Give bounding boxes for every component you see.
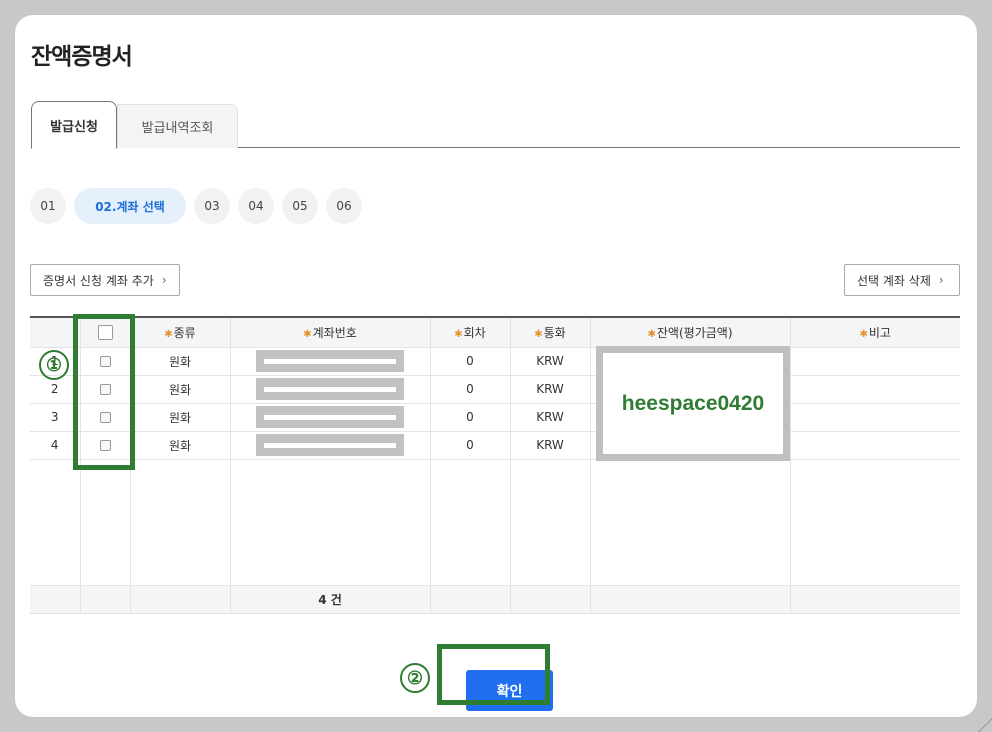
row-account-number bbox=[230, 375, 431, 404]
table-row: 3 원화 0 KRW bbox=[30, 403, 960, 432]
add-account-label: 증명서 신청 계좌 추가 bbox=[43, 273, 154, 288]
required-mark-icon: ✱ bbox=[647, 328, 656, 340]
row-remarks bbox=[790, 347, 960, 376]
table-header-row: ✱종류 ✱계좌번호 ✱회차 ✱통화 ✱잔액(평가금액) ✱비고 bbox=[30, 318, 960, 348]
tab-apply[interactable]: 발급신청 bbox=[31, 101, 117, 149]
required-mark-icon: ✱ bbox=[454, 328, 463, 340]
row-currency: KRW bbox=[510, 431, 591, 460]
highlight-confirm-button bbox=[437, 644, 550, 705]
header-remarks: ✱비고 bbox=[790, 318, 960, 348]
row-round: 0 bbox=[430, 403, 511, 432]
certificate-panel: 잔액증명서 발급내역조회 발급신청 01 02.계좌 선택 03 04 05 0… bbox=[15, 15, 977, 717]
row-remarks bbox=[790, 403, 960, 432]
row-round: 0 bbox=[430, 375, 511, 404]
row-account-number bbox=[230, 403, 431, 432]
row-type: 원화 bbox=[130, 431, 231, 460]
empty-area-row bbox=[30, 459, 960, 586]
row-round: 0 bbox=[430, 347, 511, 376]
row-account-number bbox=[230, 347, 431, 376]
tab-bar: 발급내역조회 발급신청 bbox=[31, 101, 960, 149]
step-02-active: 02.계좌 선택 bbox=[74, 188, 186, 224]
watermark-overlay: heespace0420 bbox=[596, 346, 790, 461]
required-mark-icon: ✱ bbox=[534, 328, 543, 340]
required-mark-icon: ✱ bbox=[303, 328, 312, 340]
resize-corner-icon bbox=[978, 718, 992, 732]
table-row: 4 원화 0 KRW bbox=[30, 431, 960, 460]
chevron-right-icon: › bbox=[938, 273, 944, 287]
step-04: 04 bbox=[238, 188, 274, 224]
row-currency: KRW bbox=[510, 403, 591, 432]
row-type: 원화 bbox=[130, 375, 231, 404]
redacted-account-number bbox=[256, 350, 404, 372]
highlight-checkbox-column bbox=[73, 314, 135, 470]
row-account-number bbox=[230, 431, 431, 460]
row-type: 원화 bbox=[130, 347, 231, 376]
row-type: 원화 bbox=[130, 403, 231, 432]
required-mark-icon: ✱ bbox=[164, 328, 173, 340]
page-title: 잔액증명서 bbox=[31, 44, 133, 70]
step-01: 01 bbox=[30, 188, 66, 224]
watermark-text: heespace0420 bbox=[621, 391, 765, 415]
header-balance: ✱잔액(평가금액) bbox=[590, 318, 791, 348]
delete-selected-button[interactable]: 선택 계좌 삭제 › bbox=[844, 264, 960, 296]
tab-history[interactable]: 발급내역조회 bbox=[117, 104, 238, 148]
redacted-account-number bbox=[256, 406, 404, 428]
required-mark-icon: ✱ bbox=[859, 328, 868, 340]
table-row: 1 원화 0 KRW bbox=[30, 347, 960, 376]
step-marker-2: ② bbox=[400, 663, 430, 693]
step-marker-1: ① bbox=[39, 350, 69, 380]
row-remarks bbox=[790, 375, 960, 404]
row-round: 0 bbox=[430, 431, 511, 460]
chevron-right-icon: › bbox=[161, 273, 167, 287]
delete-selected-label: 선택 계좌 삭제 bbox=[857, 273, 931, 288]
step-03: 03 bbox=[194, 188, 230, 224]
redacted-account-number bbox=[256, 378, 404, 400]
add-account-button[interactable]: 증명서 신청 계좌 추가 › bbox=[30, 264, 180, 296]
table-row: 2 원화 0 KRW bbox=[30, 375, 960, 404]
step-indicator: 01 02.계좌 선택 03 04 05 06 bbox=[30, 188, 370, 224]
row-remarks bbox=[790, 431, 960, 460]
header-round: ✱회차 bbox=[430, 318, 511, 348]
header-type: ✱종류 bbox=[130, 318, 231, 348]
row-currency: KRW bbox=[510, 347, 591, 376]
header-account-number: ✱계좌번호 bbox=[230, 318, 431, 348]
row-count: 4 건 bbox=[230, 585, 431, 614]
row-currency: KRW bbox=[510, 375, 591, 404]
header-currency: ✱통화 bbox=[510, 318, 591, 348]
step-06: 06 bbox=[326, 188, 362, 224]
step-05: 05 bbox=[282, 188, 318, 224]
redacted-account-number bbox=[256, 434, 404, 456]
account-grid: ✱종류 ✱계좌번호 ✱회차 ✱통화 ✱잔액(평가금액) ✱비고 1 원화 0 K… bbox=[30, 316, 960, 614]
table-footer-row: 4 건 bbox=[30, 585, 960, 614]
